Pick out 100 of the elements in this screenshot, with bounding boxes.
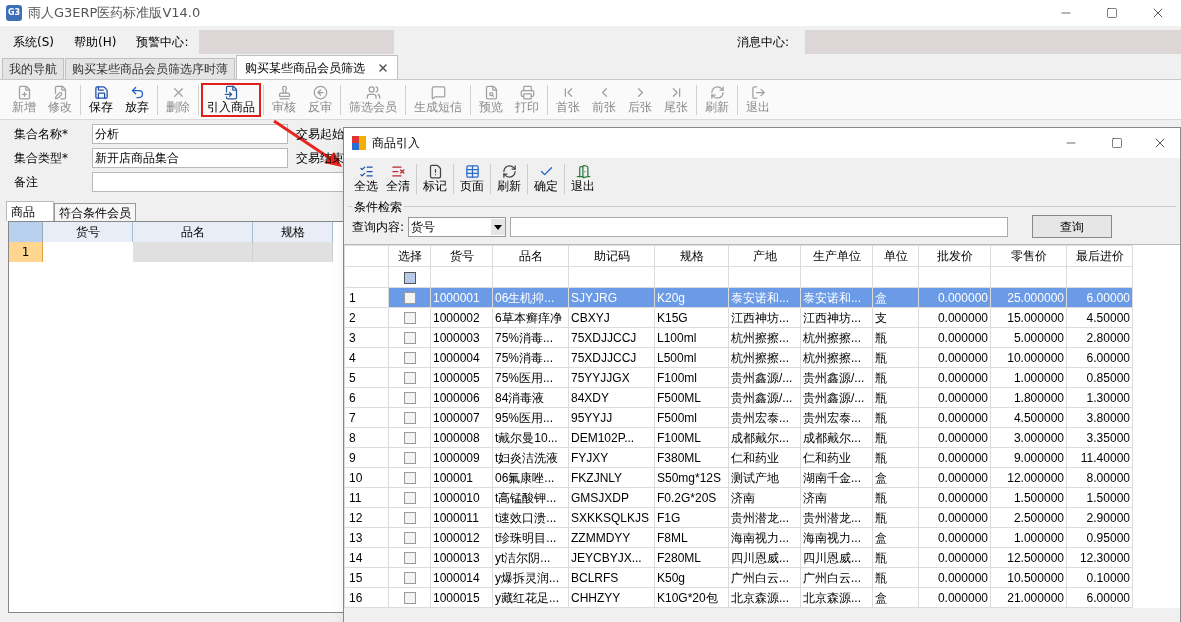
menu-item[interactable]: 预警中心: bbox=[129, 31, 196, 53]
table-cell: 杭州擦擦... bbox=[728, 347, 801, 368]
menu-item[interactable]: 帮助(H) bbox=[67, 31, 124, 53]
column-header[interactable]: 生产单位 bbox=[800, 245, 873, 267]
table-cell: 贵州鑫源/... bbox=[728, 367, 801, 388]
row-checkbox[interactable] bbox=[403, 492, 416, 505]
row-checkbox[interactable] bbox=[403, 352, 416, 365]
table-cell: 江西神坊... bbox=[728, 307, 801, 328]
search-button[interactable]: 查询 bbox=[1032, 215, 1113, 238]
document-tab[interactable]: 购买某些商品会员筛选 bbox=[236, 55, 398, 79]
table-cell: t戴尔曼10... bbox=[492, 427, 569, 448]
table-cell: 10.500000 bbox=[990, 567, 1067, 588]
row-checkbox[interactable] bbox=[403, 452, 416, 465]
toolbar-button[interactable]: 引入商品 bbox=[201, 82, 261, 117]
select-all-icon bbox=[358, 164, 374, 179]
column-header[interactable]: 零售价 bbox=[990, 245, 1067, 267]
table-cell: 75XDJJCCJ bbox=[568, 347, 655, 368]
column-header[interactable]: 助记码 bbox=[568, 245, 655, 267]
column-header[interactable]: 规格 bbox=[654, 245, 729, 267]
table-cell: 15.000000 bbox=[990, 307, 1067, 328]
undo-icon bbox=[129, 85, 145, 100]
table-cell: 0.000000 bbox=[918, 507, 991, 528]
refresh-icon bbox=[501, 164, 517, 179]
row-checkbox[interactable] bbox=[403, 472, 416, 485]
row-checkbox[interactable] bbox=[403, 552, 416, 565]
table-cell: 0.000000 bbox=[918, 467, 991, 488]
table-cell: 84XDY bbox=[568, 387, 655, 408]
dropdown-caret-icon bbox=[491, 218, 506, 235]
toolbar-button[interactable]: 全选 bbox=[350, 161, 382, 197]
search-type-dropdown[interactable]: 货号 bbox=[408, 216, 507, 237]
column-header: 货号 bbox=[43, 222, 133, 242]
table-cell: 1.500000 bbox=[990, 487, 1067, 508]
row-checkbox[interactable] bbox=[403, 312, 416, 325]
toolbar-button[interactable]: 退出 bbox=[567, 161, 599, 197]
table-cell: 75XDJJCCJ bbox=[568, 327, 655, 348]
column-header[interactable]: 品名 bbox=[492, 245, 569, 267]
message-icon bbox=[430, 85, 446, 100]
table-cell: FKZJNLY bbox=[568, 467, 655, 488]
table-cell: SJYJRG bbox=[568, 287, 655, 308]
table-cell: 仁和药业 bbox=[800, 447, 873, 468]
row-checkbox[interactable] bbox=[403, 392, 416, 405]
row-checkbox[interactable] bbox=[403, 432, 416, 445]
row-checkbox[interactable] bbox=[403, 572, 416, 585]
row-number: 16 bbox=[344, 587, 389, 608]
row-number: 1 bbox=[344, 287, 389, 308]
toolbar-button[interactable]: 放弃 bbox=[119, 82, 155, 117]
column-header[interactable]: 单位 bbox=[872, 245, 919, 267]
close-tab-icon[interactable] bbox=[377, 61, 389, 74]
toolbar-button[interactable]: 确定 bbox=[530, 161, 562, 197]
table-cell: 2.500000 bbox=[990, 507, 1067, 528]
table-cell: L500ml bbox=[654, 347, 729, 368]
table-cell: 瓶 bbox=[872, 327, 919, 348]
text-field[interactable]: 新开店商品集合 bbox=[92, 148, 288, 168]
toolbar-button[interactable]: 标记 bbox=[419, 161, 451, 197]
row-checkbox[interactable] bbox=[403, 512, 416, 525]
toolbar-button[interactable]: 保存 bbox=[83, 82, 119, 117]
row-checkbox[interactable] bbox=[403, 372, 416, 385]
table-cell: 5.000000 bbox=[990, 327, 1067, 348]
toolbar-button[interactable]: 刷新 bbox=[493, 161, 525, 197]
panel-tab[interactable]: 符合条件会员 bbox=[54, 203, 136, 221]
table-cell: 1000015 bbox=[430, 587, 493, 608]
row-number: 2 bbox=[344, 307, 389, 328]
column-header[interactable]: 货号 bbox=[430, 245, 493, 267]
toolbar-button[interactable]: 页面 bbox=[456, 161, 488, 197]
table-cell: 瓶 bbox=[872, 507, 919, 528]
row-checkbox[interactable] bbox=[403, 292, 416, 305]
panel-tab[interactable]: 商品 bbox=[6, 201, 54, 221]
table-cell: 0.85000 bbox=[1066, 367, 1133, 388]
table-cell: 0.000000 bbox=[918, 327, 991, 348]
row-checkbox[interactable] bbox=[403, 332, 416, 345]
column-header[interactable]: 选择 bbox=[388, 245, 431, 267]
table-cell: 瓶 bbox=[872, 387, 919, 408]
table-cell: y爆拆灵润... bbox=[492, 567, 569, 588]
document-tab[interactable]: 购买某些商品会员筛选序时薄 bbox=[65, 58, 235, 79]
search-input[interactable] bbox=[510, 216, 1009, 237]
toolbar-button[interactable]: 全清 bbox=[382, 161, 414, 197]
table-cell: 0.000000 bbox=[918, 287, 991, 308]
table-cell: 0.000000 bbox=[918, 587, 991, 608]
table-cell: 泰安诺和... bbox=[728, 287, 801, 308]
column-header[interactable]: 产地 bbox=[728, 245, 801, 267]
table-cell: 成都戴尔... bbox=[800, 427, 873, 448]
menu-item[interactable]: 系统(S) bbox=[6, 31, 61, 53]
column-header[interactable]: 批发价 bbox=[918, 245, 991, 267]
table-cell: t速效口溃... bbox=[492, 507, 569, 528]
row-checkbox[interactable] bbox=[403, 592, 416, 605]
document-tab[interactable]: 我的导航 bbox=[2, 58, 64, 79]
row-checkbox[interactable] bbox=[403, 412, 416, 425]
table-cell: 成都戴尔... bbox=[728, 427, 801, 448]
text-field[interactable]: 分析 bbox=[92, 124, 288, 144]
column-header: 规格 bbox=[253, 222, 333, 242]
table-cell: 贵州宏泰... bbox=[800, 407, 873, 428]
stamp-icon bbox=[276, 85, 292, 100]
table-cell: F280ML bbox=[654, 547, 729, 568]
row-checkbox[interactable] bbox=[403, 532, 416, 545]
table-cell: 广州白云... bbox=[728, 567, 801, 588]
table-cell: 1.30000 bbox=[1066, 387, 1133, 408]
select-all-checkbox[interactable] bbox=[403, 271, 416, 284]
row-number: 4 bbox=[344, 347, 389, 368]
column-header[interactable]: 最后进价 bbox=[1066, 245, 1133, 267]
edit-file-icon bbox=[52, 85, 68, 100]
